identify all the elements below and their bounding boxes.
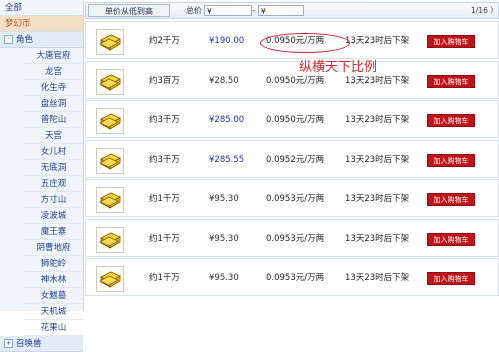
sidebar-item-sect[interactable]: 女儿村 (24, 144, 83, 160)
listing-row: 约2千万 ¥190.00 0.0950元/万两 13天23时后下架 加入购物车 (85, 21, 499, 59)
listing-ratio: 0.0952元/万两 (266, 154, 325, 165)
listing-table: 约2千万 ¥190.00 0.0950元/万两 13天23时后下架 加入购物车 约3百万 ¥… (85, 21, 499, 298)
gold-ingot-icon[interactable] (96, 226, 124, 253)
add-to-cart-button[interactable]: 加入购物车 (427, 272, 475, 285)
gold-ingot-icon[interactable] (96, 266, 124, 292)
listing-ratio: 0.0950元/万两 (266, 115, 325, 125)
listing-ratio: 0.0953元/万两 (266, 273, 325, 283)
sidebar-item-sect[interactable]: 盘丝洞 (24, 96, 83, 112)
expand-icon[interactable]: + (4, 339, 13, 348)
sidebar-group-roles[interactable]: - 角色 (0, 32, 83, 48)
collapse-icon[interactable]: - (4, 35, 13, 44)
gold-ingot-icon[interactable] (96, 29, 124, 55)
max-price-input[interactable]: ¥ (258, 5, 304, 16)
sort-filter-toolbar: 单价从低到高 总价▼ ¥ - ¥ 1/16 〉 (85, 2, 499, 19)
sidebar-item-sect[interactable]: 花果山 (24, 320, 83, 336)
range-dash: - (252, 6, 255, 15)
add-to-cart-button[interactable]: 加入购物车 (427, 153, 475, 167)
pagination[interactable]: 1/16 〉 (471, 5, 498, 17)
sidebar: 全部 梦幻币 - 角色 大唐官府 龙宫 化生寺 盘丝洞 普陀山 天宫 女儿村 无底洞 五庄观 方寸山… (0, 0, 84, 352)
listing-time-left: 13天23时后下架 (345, 233, 410, 244)
listing-ratio: 0.0953元/万两 (266, 233, 325, 244)
sidebar-item-sect[interactable]: 五庄观 (24, 176, 83, 192)
add-to-cart-button[interactable]: 加入购物车 (427, 193, 475, 206)
listing-amount: 约3千万 (149, 154, 180, 165)
sidebar-item-sect[interactable]: 大唐官府 (24, 48, 83, 64)
add-to-cart-button[interactable]: 加入购物车 (427, 74, 475, 88)
gold-ingot-icon[interactable] (96, 147, 124, 174)
listing-row: 约3千万 ¥285.00 0.0950元/万两 13天23时后下架 加入购物车 (85, 100, 499, 138)
listing-amount: 约1千万 (149, 194, 180, 204)
sidebar-item-sect[interactable]: 魔王寨 (24, 224, 83, 240)
listing-amount: 约3千万 (149, 115, 180, 125)
listing-price: ¥285.55 (209, 154, 245, 165)
listing-time-left: 13天23时后下架 (345, 36, 410, 46)
sidebar-item-sect[interactable]: 龙宫 (24, 64, 83, 80)
sidebar-group-label: 召唤兽 (16, 339, 42, 349)
add-to-cart-button[interactable]: 加入购物车 (427, 232, 475, 246)
gold-ingot-icon[interactable] (96, 108, 124, 134)
sidebar-item-sect[interactable]: 阴曹地府 (24, 240, 83, 256)
sidebar-item-sect[interactable]: 神木林 (24, 272, 83, 288)
annotation-text: 纵横天下比例 (299, 60, 378, 75)
total-price-label: 总价 (186, 6, 202, 15)
sidebar-item-sect[interactable]: 凌波城 (24, 208, 83, 224)
sidebar-group-label: 角色 (16, 35, 34, 45)
sidebar-item-sect[interactable]: 天机城 (24, 304, 83, 320)
listing-time-left: 13天23时后下架 (345, 154, 410, 165)
listing-time-left: 13天23时后下架 (345, 273, 410, 283)
listing-price: ¥95.30 (209, 273, 239, 283)
listing-amount: 约3百万 (149, 75, 180, 86)
sort-unit-price-button[interactable]: 单价从低到高 (88, 4, 170, 17)
sidebar-item-sect[interactable]: 普陀山 (24, 112, 83, 128)
highlight-circle (260, 33, 350, 53)
listing-price: ¥95.30 (209, 194, 239, 204)
add-to-cart-button[interactable]: 加入购物车 (427, 35, 475, 48)
listing-price: ¥190.00 (209, 36, 245, 46)
listing-price: ¥28.50 (209, 75, 239, 86)
listing-row: 约1千万 ¥95.30 0.0953元/万两 13天23时后下架 加入购物车 (85, 258, 499, 296)
listing-time-left: 13天23时后下架 (345, 115, 410, 125)
sidebar-item-sect[interactable]: 狮驼岭 (24, 256, 83, 272)
min-price-input[interactable]: ¥ (204, 5, 252, 16)
sidebar-item-sect[interactable]: 化生寺 (24, 80, 83, 96)
listing-ratio: 0.0953元/万两 (266, 194, 325, 204)
listing-amount: 约1千万 (149, 233, 180, 244)
sidebar-item-all[interactable]: 全部 (0, 0, 83, 16)
gold-ingot-icon[interactable] (96, 68, 124, 95)
gold-ingot-icon[interactable] (96, 187, 124, 213)
listing-time-left: 13天23时后下架 (345, 194, 410, 204)
sidebar-item-sect[interactable]: 女魃墓 (24, 288, 83, 304)
listing-row: 约3千万 ¥285.55 0.0952元/万两 13天23时后下架 加入购物车 (85, 139, 499, 178)
sidebar-group-pets[interactable]: + 召唤兽 (0, 336, 83, 352)
listing-row: 约1千万 ¥95.30 0.0953元/万两 13天23时后下架 加入购物车 (85, 218, 499, 257)
listing-price: ¥95.30 (209, 233, 239, 244)
sidebar-item-sect[interactable]: 方寸山 (24, 192, 83, 208)
sidebar-item-sect[interactable]: 天宫 (24, 128, 83, 144)
sidebar-item-currency[interactable]: 梦幻币 (0, 16, 83, 32)
sidebar-item-sect[interactable]: 无底洞 (24, 160, 83, 176)
add-to-cart-button[interactable]: 加入购物车 (427, 114, 475, 127)
listing-amount: 约2千万 (149, 36, 180, 46)
listing-price: ¥285.00 (209, 115, 245, 125)
listing-amount: 约1千万 (149, 273, 180, 283)
listing-row: 约1千万 ¥95.30 0.0953元/万两 13天23时后下架 加入购物车 (85, 179, 499, 217)
listing-row: 约3百万 ¥28.50 0.0950元/万两 13天23时后下架 加入购物车 (85, 60, 499, 99)
